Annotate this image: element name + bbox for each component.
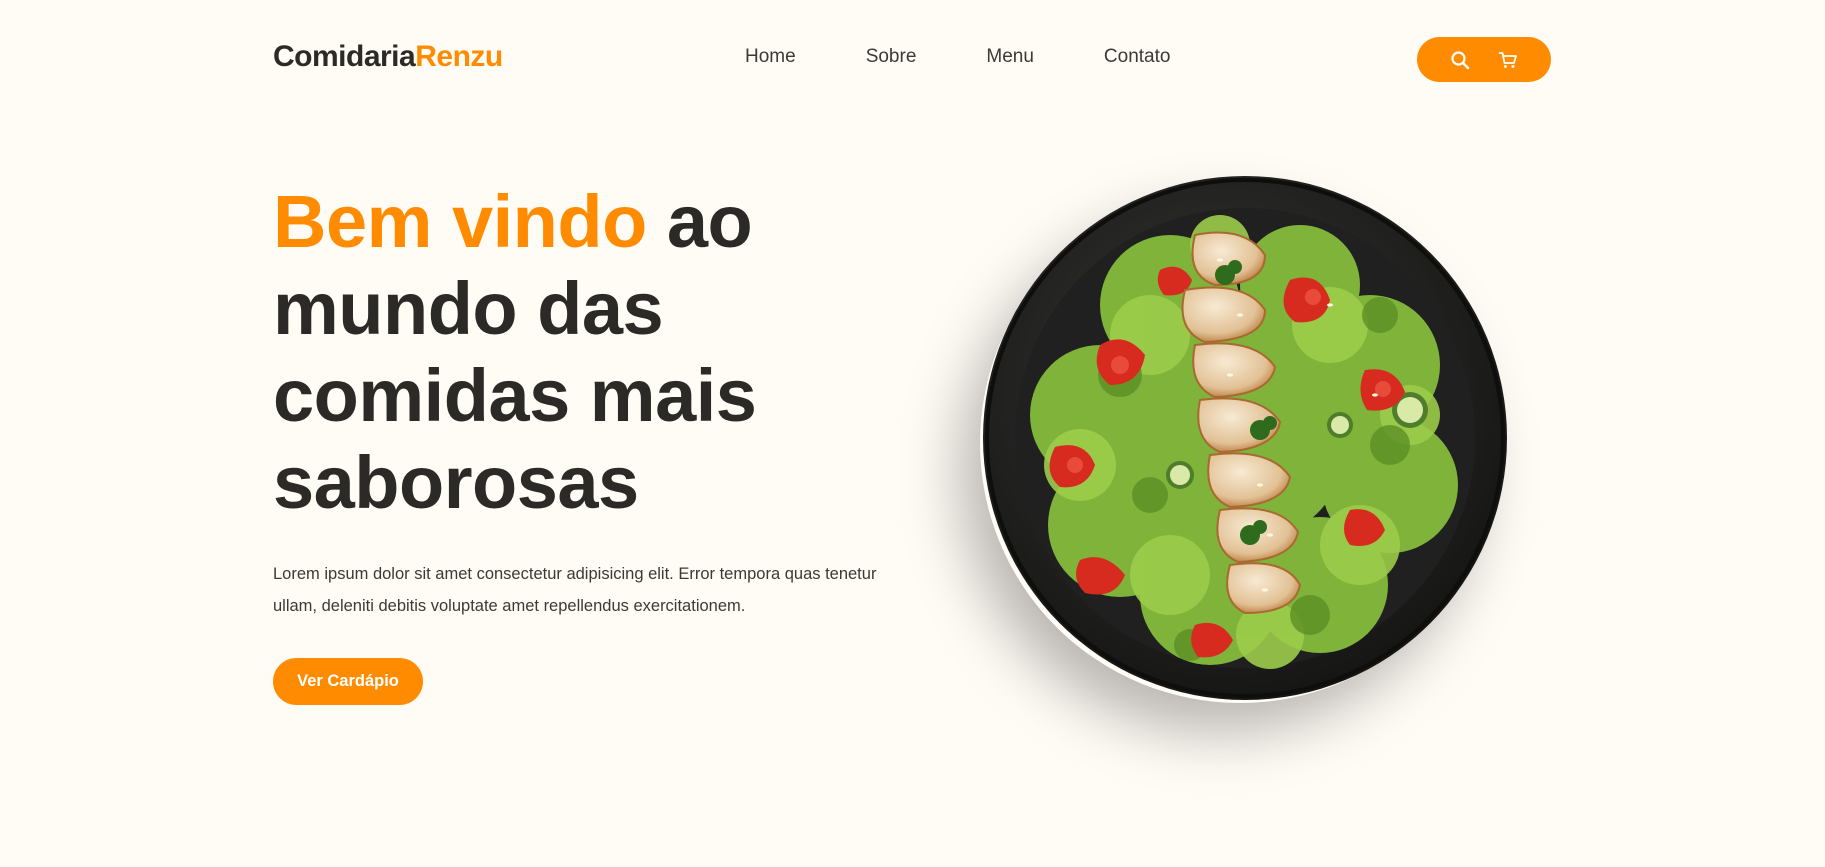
- logo-text-accent: Renzu: [415, 40, 503, 73]
- view-menu-button[interactable]: Ver Cardápio: [273, 658, 423, 705]
- hero-description: Lorem ipsum dolor sit amet consectetur a…: [273, 565, 877, 615]
- site-header: ComidariaRenzu Home Sobre Menu Contato: [0, 0, 1825, 120]
- salad-plate-illustration: [983, 176, 1507, 700]
- hero-title-highlight: Bem vindo: [273, 180, 647, 263]
- logo-text-primary: Comidaria: [273, 40, 416, 73]
- hero-image: [970, 165, 1510, 705]
- cart-button[interactable]: [1497, 49, 1519, 71]
- search-button[interactable]: [1449, 49, 1471, 71]
- main-nav: Home Sobre Menu Contato: [745, 46, 1170, 68]
- nav-link-menu[interactable]: Menu: [986, 46, 1034, 68]
- hero-title: Bem vindo ao mundo das comidas mais sabo…: [273, 178, 833, 526]
- search-icon: [1451, 50, 1470, 69]
- nav-link-home[interactable]: Home: [745, 46, 796, 68]
- cart-icon: [1498, 51, 1517, 68]
- logo[interactable]: ComidariaRenzu: [273, 40, 503, 74]
- header-actions: [1417, 37, 1551, 82]
- nav-link-contato[interactable]: Contato: [1104, 46, 1171, 68]
- nav-link-sobre[interactable]: Sobre: [866, 46, 917, 68]
